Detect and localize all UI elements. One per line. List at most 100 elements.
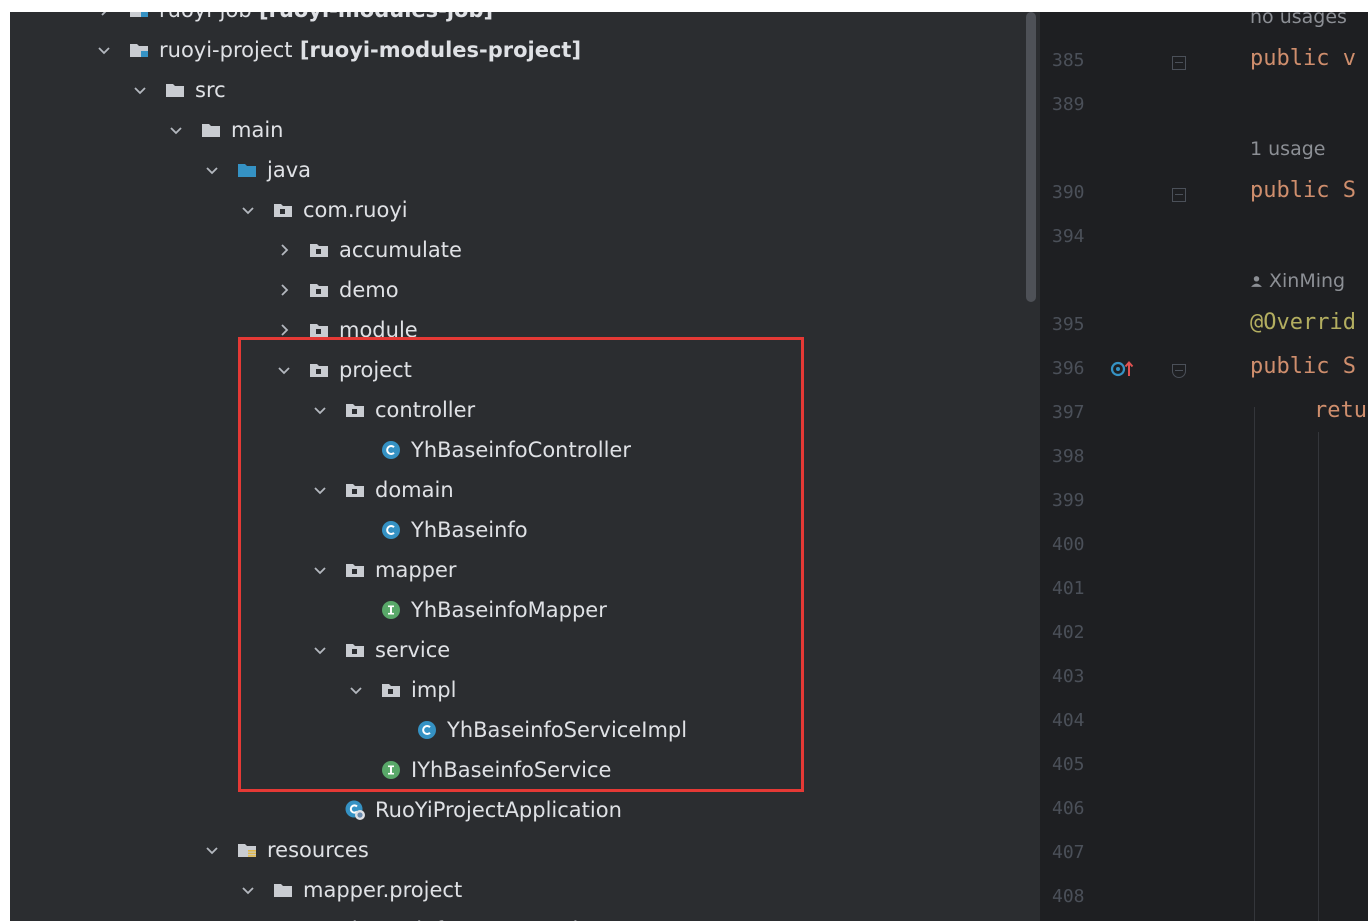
package-icon bbox=[272, 199, 294, 221]
tree-row-main[interactable]: main bbox=[10, 110, 1023, 150]
tree-row-yhbaseinfoserviceimpl[interactable]: YhBaseinfoServiceImpl bbox=[10, 710, 1023, 750]
tree-item-label: ruoyi-job [ruoyi-modules-job] bbox=[159, 12, 493, 22]
tree-item-label: controller bbox=[375, 398, 476, 422]
tree-row-yhbaseinfomapper[interactable]: YhBaseinfoMapper bbox=[10, 590, 1023, 630]
line-number: 403 bbox=[1052, 666, 1085, 687]
chevron-right-icon[interactable] bbox=[274, 280, 294, 300]
tree-item-label: demo bbox=[339, 278, 399, 302]
editor-gutter: 385 389 390 394 395 396 397 398 399 400 401 402 403 4… bbox=[1040, 12, 1230, 921]
code-editor[interactable]: 385 389 390 394 395 396 397 398 399 400 401 402 403 4… bbox=[1040, 12, 1368, 921]
code-line-397[interactable]: retu bbox=[1314, 398, 1367, 423]
chevron-down-icon[interactable] bbox=[274, 360, 294, 380]
chevron-down-icon[interactable] bbox=[238, 880, 258, 900]
line-number: 394 bbox=[1052, 226, 1085, 247]
fold-toggle-icon[interactable] bbox=[1172, 56, 1186, 70]
tree-row-mapper-project[interactable]: mapper.project bbox=[10, 870, 1023, 910]
package-icon bbox=[308, 319, 330, 341]
tree-row-yhbaseinfo[interactable]: YhBaseinfo bbox=[10, 510, 1023, 550]
class-icon bbox=[416, 719, 438, 741]
tree-scrollbar[interactable] bbox=[1023, 12, 1039, 921]
line-number: 396 bbox=[1052, 358, 1085, 379]
code-line-385[interactable]: public v bbox=[1250, 46, 1356, 71]
tree-item-label: accumulate bbox=[339, 238, 462, 262]
usage-hint[interactable]: no usages bbox=[1250, 12, 1347, 28]
tree-row-resources[interactable]: resources bbox=[10, 830, 1023, 870]
override-marker-icon[interactable] bbox=[1110, 358, 1136, 384]
chevron-right-icon[interactable] bbox=[274, 320, 294, 340]
package-icon bbox=[344, 399, 366, 421]
tree-row-ruoyi-project[interactable]: ruoyi-project [ruoyi-modules-project] bbox=[10, 30, 1023, 70]
tree-item-label: resources bbox=[267, 838, 369, 862]
fold-toggle-icon[interactable] bbox=[1172, 188, 1186, 202]
tree-row-mapper[interactable]: mapper bbox=[10, 550, 1023, 590]
tree-item-label: domain bbox=[375, 478, 454, 502]
tree-row-project[interactable]: project bbox=[10, 350, 1023, 390]
tree-row-yhbaseinfocontroller[interactable]: YhBaseinfoController bbox=[10, 430, 1023, 470]
chevron-down-icon[interactable] bbox=[310, 400, 330, 420]
tree-row-accumulate[interactable]: accumulate bbox=[10, 230, 1023, 270]
tree-row-module[interactable]: module bbox=[10, 310, 1023, 350]
tree-row-ruoyiprojectapplication[interactable]: RuoYiProjectApplication bbox=[10, 790, 1023, 830]
tree-row-com-ruoyi[interactable]: com.ruoyi bbox=[10, 190, 1023, 230]
tree-row-demo[interactable]: demo bbox=[10, 270, 1023, 310]
tree-row-iyhbaseinfoservice[interactable]: IYhBaseinfoService bbox=[10, 750, 1023, 790]
author-name: XinMing bbox=[1269, 270, 1346, 292]
module-name: [ruoyi-modules-project] bbox=[292, 38, 582, 62]
tree-item-label: YhBaseinfoServiceImpl bbox=[447, 718, 688, 742]
tree-item-label: service bbox=[375, 638, 451, 662]
tree-item-label: module bbox=[339, 318, 418, 342]
code-line-395[interactable]: @Overrid bbox=[1250, 310, 1356, 335]
chevron-down-icon[interactable] bbox=[166, 120, 186, 140]
chevron-down-icon[interactable] bbox=[310, 640, 330, 660]
usage-hint[interactable]: 1 usage bbox=[1250, 138, 1325, 160]
package-icon bbox=[380, 679, 402, 701]
package-icon bbox=[308, 279, 330, 301]
chevron-down-icon[interactable] bbox=[238, 200, 258, 220]
chevron-down-icon[interactable] bbox=[310, 560, 330, 580]
spring-boot-class-icon bbox=[344, 799, 366, 821]
fold-toggle-icon[interactable] bbox=[1172, 364, 1186, 378]
line-number: 400 bbox=[1052, 534, 1085, 555]
scrollbar-thumb[interactable] bbox=[1026, 12, 1036, 302]
tree-item-label: IYhBaseinfoService bbox=[411, 758, 612, 782]
folder-icon bbox=[200, 119, 222, 141]
tree-item-label: mapper.project bbox=[303, 878, 463, 902]
code-line-396[interactable]: public S bbox=[1250, 354, 1356, 379]
chevron-down-icon[interactable] bbox=[310, 480, 330, 500]
line-number: 407 bbox=[1052, 842, 1085, 863]
chevron-right-icon[interactable] bbox=[274, 240, 294, 260]
interface-icon bbox=[380, 759, 402, 781]
person-icon bbox=[1250, 275, 1263, 288]
tree-row-service[interactable]: service bbox=[10, 630, 1023, 670]
chevron-down-icon[interactable] bbox=[202, 840, 222, 860]
line-number: 389 bbox=[1052, 94, 1085, 115]
tree-item-label: YhBaseinfoController bbox=[411, 438, 631, 462]
tree-row-yhbaseinfomapper-xml[interactable]: YhBaseinfoMapper.xml bbox=[10, 910, 1023, 921]
ide-window: ruoyi-job [ruoyi-modules-job] ruoyi-proje… bbox=[10, 12, 1368, 921]
tree-item-label: impl bbox=[411, 678, 457, 702]
chevron-right-icon[interactable] bbox=[94, 12, 114, 20]
tree-row-java[interactable]: java bbox=[10, 150, 1023, 190]
line-number: 404 bbox=[1052, 710, 1085, 731]
interface-icon bbox=[380, 599, 402, 621]
tree-item-label: ruoyi-project [ruoyi-modules-project] bbox=[159, 38, 582, 62]
tree-row-controller[interactable]: controller bbox=[10, 390, 1023, 430]
chevron-down-icon[interactable] bbox=[346, 680, 366, 700]
tree-row-impl[interactable]: impl bbox=[10, 670, 1023, 710]
package-icon bbox=[344, 479, 366, 501]
chevron-down-icon[interactable] bbox=[202, 160, 222, 180]
resources-folder-icon bbox=[236, 839, 258, 861]
indent-guide bbox=[1254, 407, 1255, 921]
project-tree[interactable]: ruoyi-job [ruoyi-modules-job] ruoyi-proje… bbox=[10, 12, 1023, 921]
tree-row-domain[interactable]: domain bbox=[10, 470, 1023, 510]
line-number: 408 bbox=[1052, 886, 1085, 907]
tree-row-src[interactable]: src bbox=[10, 70, 1023, 110]
chevron-down-icon[interactable] bbox=[94, 40, 114, 60]
tree-row-ruoyi-job[interactable]: ruoyi-job [ruoyi-modules-job] bbox=[10, 12, 1023, 30]
module-name: [ruoyi-modules-job] bbox=[252, 12, 493, 22]
source-folder-icon bbox=[236, 159, 258, 181]
author-hint[interactable]: XinMing bbox=[1250, 270, 1345, 292]
chevron-down-icon[interactable] bbox=[130, 80, 150, 100]
code-line-390[interactable]: public S bbox=[1250, 178, 1356, 203]
tree-item-label: mapper bbox=[375, 558, 457, 582]
